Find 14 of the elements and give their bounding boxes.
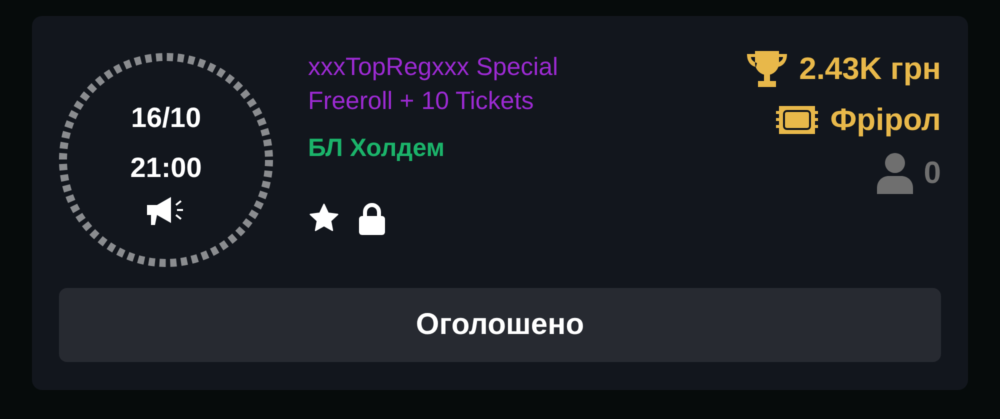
buy-in-label: Фрірол (830, 102, 941, 138)
start-time: 21:00 (130, 151, 202, 185)
game-type: БЛ Холдем (308, 134, 446, 163)
dial-ring-icon (58, 52, 274, 268)
status-button[interactable]: Оголошено (59, 288, 941, 362)
star-icon[interactable] (308, 203, 340, 233)
trophy-icon (745, 50, 790, 88)
ticket-icon (774, 104, 820, 136)
lock-icon (358, 203, 386, 235)
prize-amount: 2.43K грн (799, 51, 941, 87)
tournament-title: xxxTopRegxxx Special Freeroll + 10 Tickets (308, 52, 560, 117)
person-icon (876, 152, 914, 194)
player-count: 0 (924, 155, 941, 191)
start-date: 16/10 (130, 101, 202, 135)
